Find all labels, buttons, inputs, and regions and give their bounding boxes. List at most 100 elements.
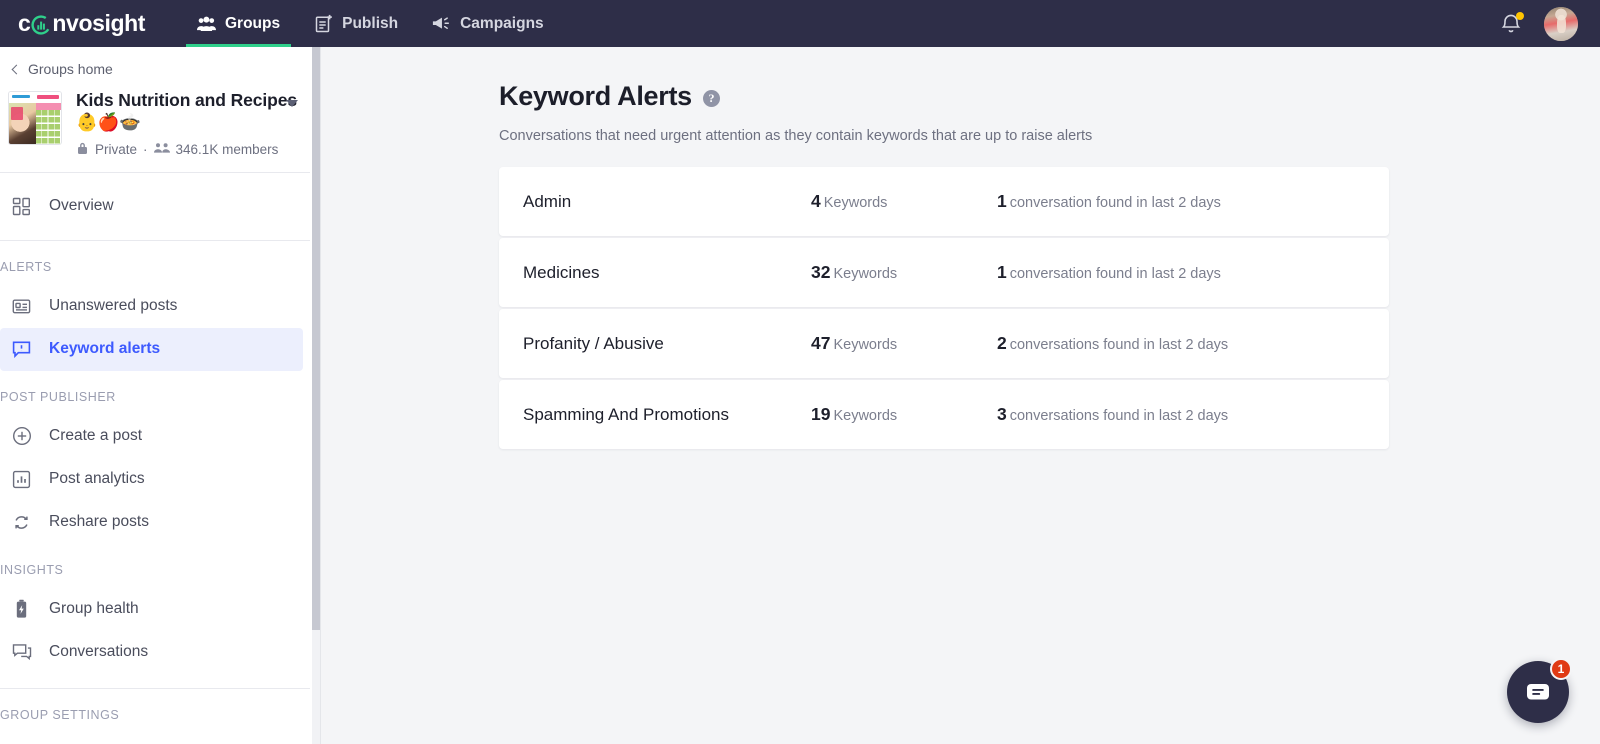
- sidebar-section-alerts: ALERTS: [0, 259, 52, 274]
- sidebar-section-group-settings: GROUP SETTINGS: [0, 707, 120, 722]
- conversation-count-cell: 2 conversations found in last 2 days: [997, 333, 1228, 354]
- document-plus-icon: [314, 14, 333, 33]
- sidebar-item-conversations-label: Conversations: [49, 643, 149, 661]
- nav-tab-campaigns-label: Campaigns: [460, 14, 544, 32]
- sidebar-item-unanswered-posts-label: Unanswered posts: [49, 297, 178, 315]
- conversation-count-label: conversations found in last 2 days: [1009, 408, 1229, 424]
- keyword-alert-card[interactable]: Admin 4 Keywords 1 conversation found in l…: [499, 167, 1389, 236]
- conversation-count-cell: 1 conversation found in last 2 days: [997, 191, 1221, 212]
- refresh-icon: [11, 512, 32, 533]
- nav-tab-groups[interactable]: Groups: [180, 0, 297, 47]
- people-icon: [153, 142, 170, 157]
- brand-logo-text: c nvosight: [18, 10, 145, 37]
- groups-home-label: Groups home: [28, 61, 113, 77]
- notification-badge-dot: [1516, 11, 1524, 20]
- lock-icon: [76, 141, 89, 158]
- conversation-count-value: 3: [997, 404, 1007, 424]
- chat-unread-badge: 1: [1550, 658, 1572, 680]
- top-navigation-bar: c nvosight Groups Publish Campaigns: [0, 0, 1600, 47]
- sidebar-scroll-area: Groups home Kids Nutrition and Recipes 👶…: [0, 47, 320, 744]
- group-selector[interactable]: Kids Nutrition and Recipes 👶🍎🍲 Private ·: [0, 87, 320, 158]
- sidebar-item-overview-label: Overview: [49, 197, 114, 215]
- keyword-count-value: 32: [811, 262, 831, 282]
- conversation-count-label: conversations found in last 2 days: [1009, 337, 1229, 353]
- group-cover-thumbnail: [8, 91, 62, 145]
- post-card-icon: [11, 296, 32, 317]
- bar-chart-circle-icon: [31, 14, 52, 35]
- conversation-count-cell: 3 conversations found in last 2 days: [997, 404, 1228, 425]
- brand-logo-text-part-1: c: [18, 10, 31, 36]
- sidebar-item-post-analytics[interactable]: Post analytics: [0, 458, 303, 501]
- brand-logo-text-part-2: nvosight: [52, 10, 146, 36]
- thumbnail-baby-photo: [9, 103, 37, 144]
- keyword-alert-card-list: Admin 4 Keywords 1 conversation found in l…: [499, 167, 1389, 451]
- groups-home-back-link[interactable]: Groups home: [0, 47, 320, 87]
- conversation-count-value: 1: [997, 191, 1007, 211]
- conversation-count-value: 1: [997, 262, 1007, 282]
- group-subinfo-separator: ·: [143, 141, 148, 157]
- avatar[interactable]: [1544, 6, 1578, 41]
- chevron-left-icon: [11, 64, 22, 74]
- nav-tab-groups-label: Groups: [225, 14, 281, 32]
- keyword-alert-card[interactable]: Spamming And Promotions 19 Keywords 3 conv…: [499, 380, 1389, 449]
- sidebar-item-keyword-alerts[interactable]: Keyword alerts: [0, 327, 303, 371]
- keyword-count-cell: 4 Keywords: [811, 191, 997, 212]
- conversation-count-label: conversation found in last 2 days: [1009, 266, 1221, 282]
- sidebar-item-conversations[interactable]: Conversations: [0, 631, 303, 674]
- sidebar-section-insights: INSIGHTS: [0, 562, 64, 577]
- sidebar-item-unanswered-posts[interactable]: Unanswered posts: [0, 285, 303, 328]
- keyword-count-cell: 47 Keywords: [811, 333, 997, 354]
- group-members-count: 346.1K members: [175, 141, 279, 157]
- sidebar-group-general: Overview: [0, 173, 320, 228]
- keyword-category-name: Spamming And Promotions: [523, 404, 729, 424]
- sidebar-scrollbar-thumb[interactable]: [312, 47, 320, 630]
- sidebar-section-post-publisher: POST PUBLISHER: [0, 389, 116, 404]
- group-subinfo: Private · 346.1K members: [76, 141, 304, 158]
- nav-tab-campaigns[interactable]: Campaigns: [415, 0, 561, 47]
- sidebar-item-group-health[interactable]: Group health: [0, 588, 303, 631]
- chat-widget-button[interactable]: 1: [1507, 658, 1572, 723]
- chat-bubbles-icon: [11, 642, 32, 663]
- chevron-down-icon[interactable]: [286, 100, 298, 107]
- page-title: Keyword Alerts ?: [499, 81, 720, 112]
- top-nav-items: Groups Publish Campaigns: [180, 0, 561, 47]
- group-meta: Kids Nutrition and Recipes 👶🍎🍲 Private ·: [76, 89, 304, 158]
- top-nav-right-actions: [1500, 6, 1578, 41]
- keyword-alert-card[interactable]: Profanity / Abusive 47 Keywords 2 conversa…: [499, 309, 1389, 378]
- keyword-count-value: 19: [811, 404, 831, 424]
- keyword-count-cell: 19 Keywords: [811, 404, 997, 425]
- keyword-count-value: 47: [811, 333, 831, 353]
- sidebar-item-group-health-label: Group health: [49, 600, 139, 618]
- alert-bubble-icon: [11, 339, 32, 360]
- sidebar-item-post-analytics-label: Post analytics: [49, 470, 145, 488]
- sidebar-scrollbar-track[interactable]: [312, 47, 320, 744]
- page-title-text: Keyword Alerts: [499, 81, 692, 111]
- conversation-count-cell: 1 conversation found in last 2 days: [997, 262, 1221, 283]
- keyword-category-name: Medicines: [523, 262, 600, 282]
- conversation-count-value: 2: [997, 333, 1007, 353]
- keyword-category-name: Admin: [523, 191, 572, 211]
- chat-bubble-icon: [1527, 684, 1549, 700]
- notifications-button[interactable]: [1500, 11, 1524, 36]
- help-circle-icon[interactable]: ?: [702, 90, 720, 107]
- sidebar-item-create-a-post-label: Create a post: [49, 427, 143, 445]
- bar-chart-icon: [11, 469, 32, 490]
- plus-circle-icon: [11, 426, 32, 447]
- nav-tab-publish-label: Publish: [342, 14, 399, 32]
- sidebar-item-overview[interactable]: Overview: [0, 185, 303, 228]
- sidebar-item-reshare-posts[interactable]: Reshare posts: [0, 501, 303, 544]
- people-group-icon: [197, 14, 216, 33]
- nav-tab-publish[interactable]: Publish: [297, 0, 415, 47]
- sidebar-item-create-a-post[interactable]: Create a post: [0, 415, 303, 458]
- sidebar-item-reshare-posts-label: Reshare posts: [49, 513, 149, 531]
- page-subtitle: Conversations that need urgent attention…: [499, 128, 1093, 144]
- keyword-count-label: Keywords: [833, 337, 898, 353]
- keyword-count-label: Keywords: [833, 408, 898, 424]
- group-privacy-label: Private: [95, 141, 138, 157]
- megaphone-icon: [432, 14, 451, 33]
- thumbnail-food-chart: [36, 103, 61, 144]
- thumbnail-header-band: [9, 92, 61, 104]
- brand-logo[interactable]: c nvosight: [18, 0, 146, 47]
- keyword-alert-card[interactable]: Medicines 32 Keywords 1 conversation found…: [499, 238, 1389, 307]
- keyword-count-label: Keywords: [823, 195, 888, 211]
